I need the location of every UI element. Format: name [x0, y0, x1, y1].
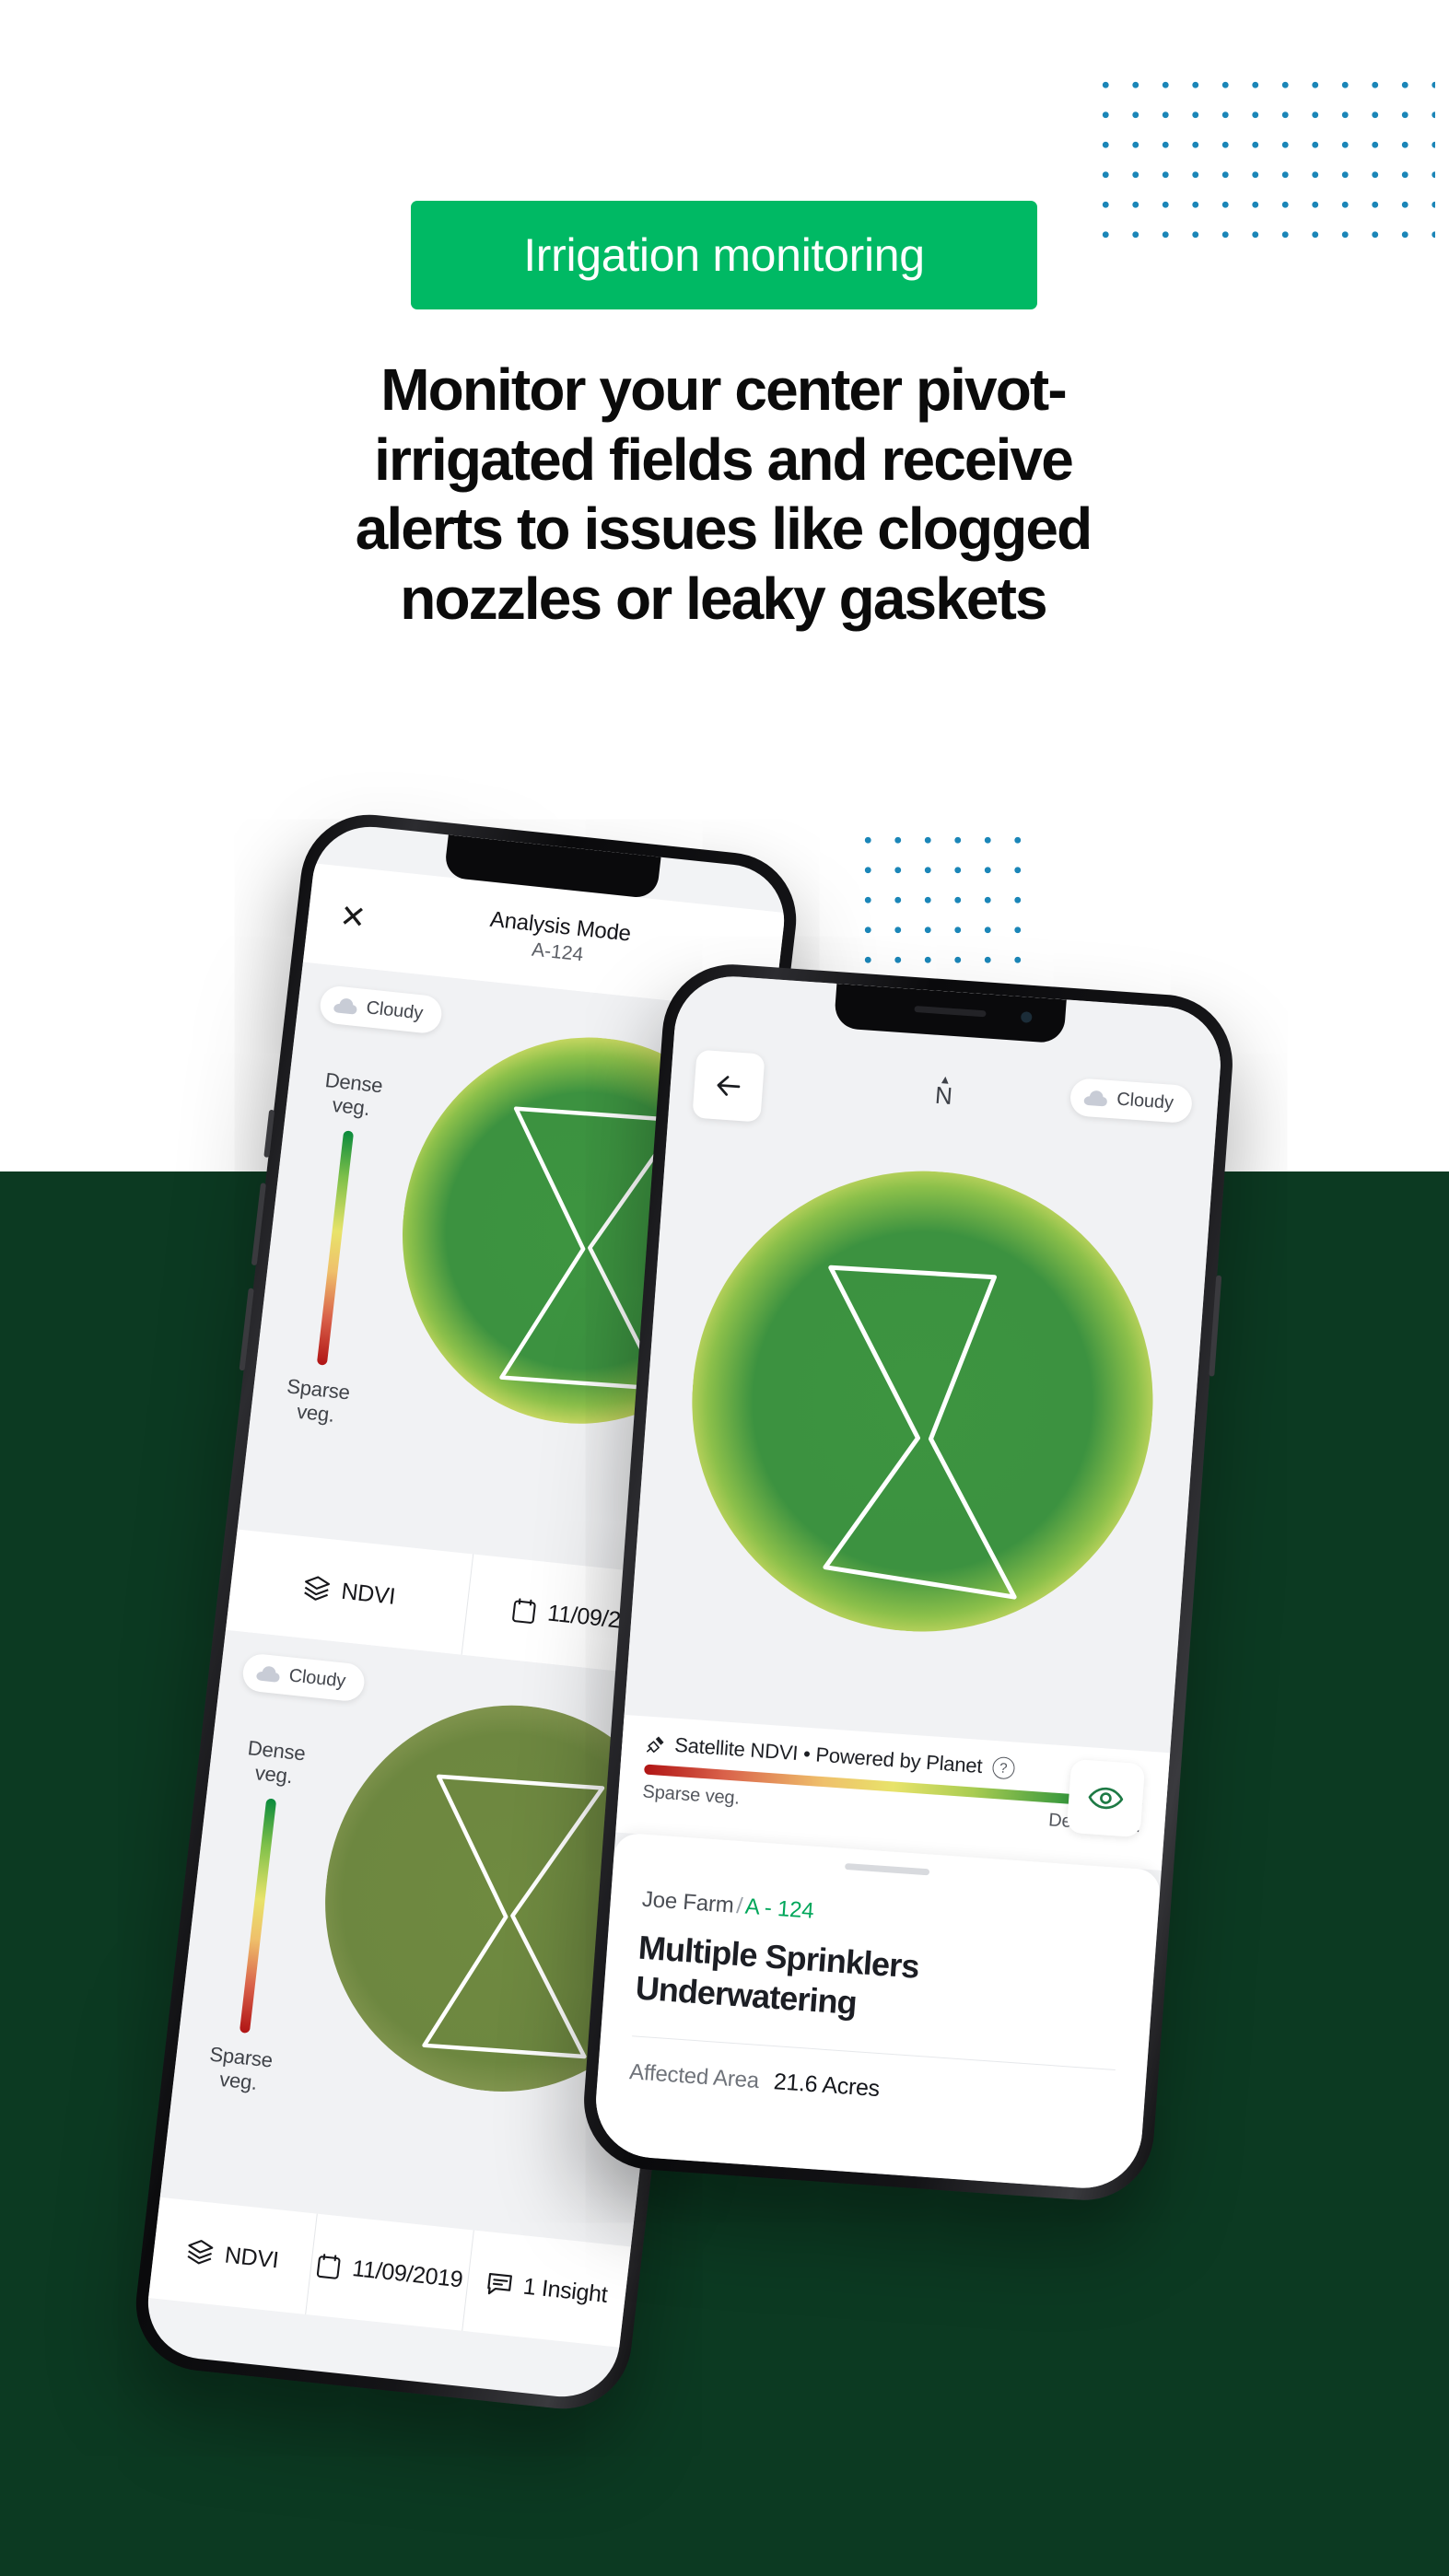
- headline-line-4: nozzles or leaky gaskets: [400, 565, 1047, 632]
- toggle-visibility-button[interactable]: [1066, 1758, 1146, 1838]
- vegetation-scale-low-label-1: Sparse veg.: [286, 1374, 352, 1427]
- eye-icon: [1088, 1787, 1124, 1810]
- cloud-icon: [333, 998, 357, 1015]
- insight-detail-card: Joe Farm/A - 124 Multiple Sprinklers Und…: [591, 1832, 1162, 2192]
- field-image-ndvi-detail[interactable]: [675, 1155, 1170, 1648]
- comment-icon: [486, 2272, 512, 2295]
- toolbar-button-insights[interactable]: 1 Insight: [462, 2230, 631, 2348]
- toolbar-button-date-2[interactable]: 11/09/2019: [304, 2213, 474, 2331]
- weather-chip-label-detail: Cloudy: [1116, 1089, 1174, 1113]
- insight-title: Multiple Sprinklers Underwatering: [634, 1928, 1123, 2042]
- page-title: Monitor your center pivot- irrigated fie…: [147, 356, 1299, 634]
- vegetation-scale-high-label-1: Dense veg.: [323, 1067, 384, 1120]
- weather-chip-cloudy-detail[interactable]: Cloudy: [1069, 1078, 1194, 1125]
- section-badge-label: Irrigation monitoring: [523, 229, 925, 281]
- vegetation-scale-2: Dense veg. Sparse veg.: [190, 1734, 326, 2097]
- ndvi-legend-low-label: Sparse veg.: [641, 1781, 741, 1809]
- help-icon[interactable]: ?: [991, 1755, 1016, 1780]
- headline-line-3: alerts to issues like clogged: [355, 495, 1093, 563]
- satellite-icon: [646, 1736, 664, 1753]
- pivot-sector-overlay-detail: [823, 1265, 1017, 1600]
- cloud-icon: [256, 1666, 280, 1683]
- sheet-drag-handle[interactable]: [844, 1862, 930, 1876]
- calendar-icon: [512, 1597, 536, 1624]
- headline-line-2: irrigated fields and receive: [374, 425, 1074, 493]
- arrow-left-icon: [717, 1076, 741, 1096]
- breadcrumb-farm-name[interactable]: Joe Farm: [641, 1887, 735, 1918]
- vegetation-scale-gradient-2: [239, 1798, 276, 2034]
- map-view[interactable]: ▲ N Cloudy: [620, 973, 1225, 1803]
- toolbar-label-insights: 1 Insight: [521, 2273, 609, 2308]
- breadcrumb-plot-name[interactable]: A - 124: [744, 1894, 814, 1924]
- affected-area-value: 21.6 Acres: [772, 2068, 881, 2102]
- vegetation-scale-1: Dense veg. Sparse veg.: [267, 1067, 403, 1429]
- headline-line-1: Monitor your center pivot-: [380, 356, 1067, 423]
- vegetation-scale-gradient-1: [316, 1130, 354, 1366]
- earpiece-speaker: [914, 1005, 987, 1018]
- toolbar-label-date-2: 11/09/2019: [351, 2255, 464, 2292]
- layers-icon: [304, 1576, 331, 1601]
- breadcrumb-separator: /: [735, 1893, 743, 1919]
- affected-area-label: Affected Area: [628, 2059, 760, 2093]
- compass-north-label: N: [934, 1080, 954, 1111]
- compass-north-indicator: ▲ N: [934, 1072, 954, 1111]
- phone-mockup-insight-detail: ▲ N Cloudy Satellite NDVI • Powered by P…: [578, 960, 1238, 2205]
- calendar-icon: [317, 2253, 341, 2279]
- dot-grid-decoration-center: [847, 820, 1037, 976]
- front-camera: [1020, 1011, 1033, 1023]
- toolbar-label-layer-1: NDVI: [340, 1578, 397, 1610]
- layers-icon: [187, 2240, 214, 2265]
- cloud-icon: [1084, 1090, 1108, 1107]
- phone-b-screen: ▲ N Cloudy Satellite NDVI • Powered by P…: [591, 973, 1225, 2192]
- dot-grid-decoration-top-right: [1085, 64, 1435, 249]
- close-icon[interactable]: ✕: [338, 899, 368, 937]
- toolbar-button-layer-ndvi-2[interactable]: NDVI: [148, 2197, 316, 2314]
- vegetation-scale-low-label-2: Sparse veg.: [208, 2042, 275, 2094]
- weather-chip-label-1: Cloudy: [365, 997, 425, 1024]
- section-badge: Irrigation monitoring: [411, 201, 1037, 309]
- back-button[interactable]: [692, 1049, 765, 1123]
- toolbar-label-layer-2: NDVI: [223, 2242, 280, 2273]
- vegetation-scale-high-label-2: Dense veg.: [246, 1736, 307, 1788]
- weather-chip-label-2: Cloudy: [287, 1665, 347, 1692]
- affected-area-row: Affected Area 21.6 Acres: [628, 2058, 1114, 2119]
